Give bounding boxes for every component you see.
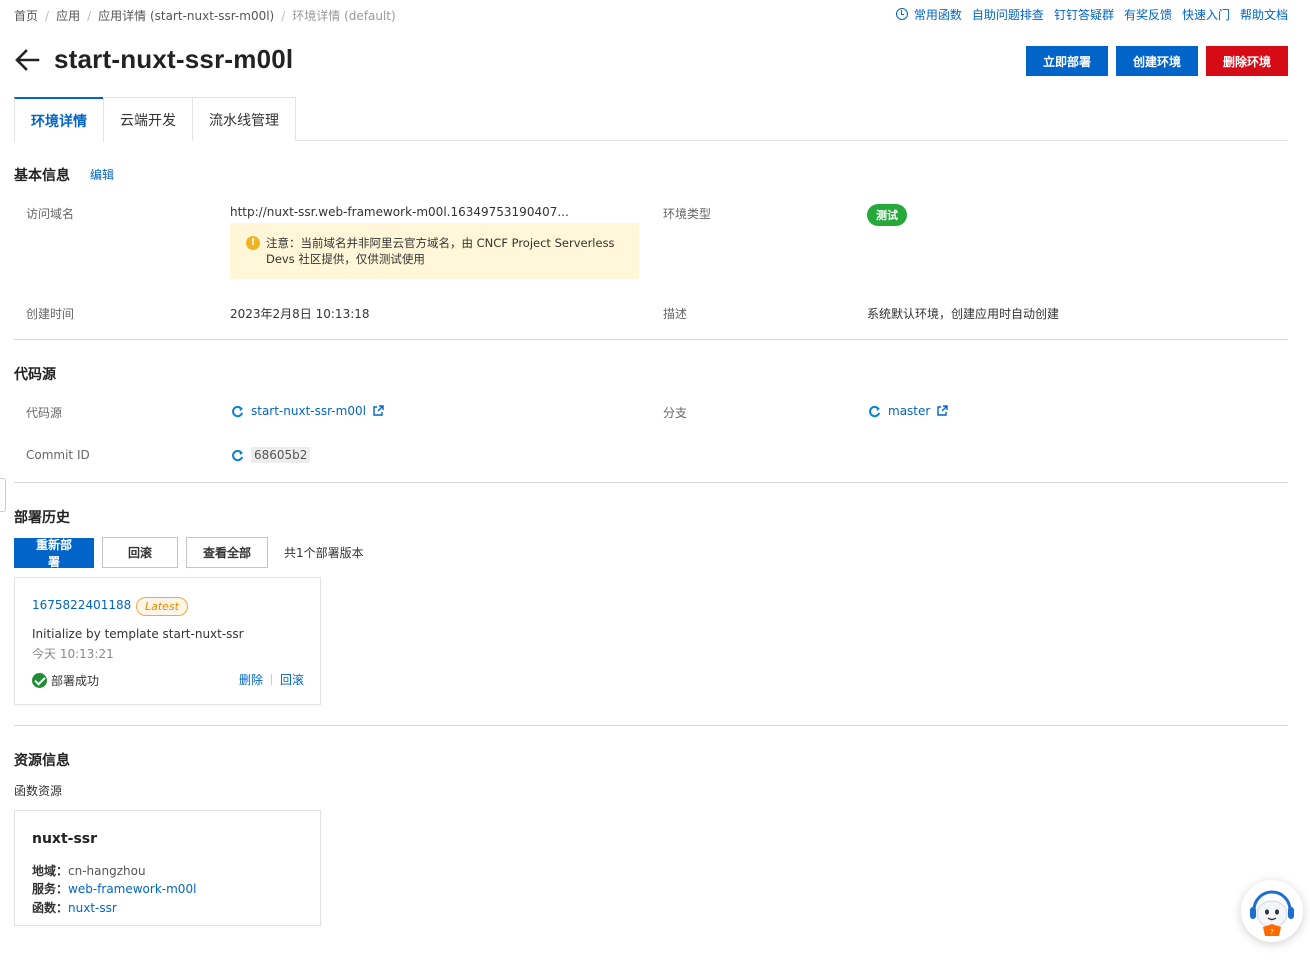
sync-icon bbox=[232, 405, 244, 417]
source-repo: start-nuxt-ssr-m00l bbox=[231, 404, 384, 418]
deploy-count: 共1个部署版本 bbox=[284, 546, 364, 560]
delete-env-button[interactable]: 删除环境 bbox=[1205, 46, 1288, 76]
tab-cloud-dev[interactable]: 云端开发 bbox=[103, 97, 193, 141]
branch-label: 分支 bbox=[663, 406, 688, 420]
breadcrumb-apps[interactable]: 应用 bbox=[56, 7, 80, 24]
page-title: start-nuxt-ssr-m00l bbox=[54, 44, 294, 74]
external-link-icon[interactable] bbox=[936, 405, 949, 417]
help-link-dingtalk-group[interactable]: 钉钉答疑群 bbox=[1054, 6, 1114, 23]
resource-service: 服务：web-framework-m00l bbox=[32, 880, 196, 897]
external-link-icon[interactable] bbox=[372, 405, 384, 417]
version-link[interactable]: 1675822401188 bbox=[32, 598, 131, 612]
basic-info-title: 基本信息 bbox=[14, 168, 70, 184]
deploy-now-button[interactable]: 立即部署 bbox=[1025, 46, 1108, 76]
redeploy-button[interactable]: 重新部署 bbox=[14, 537, 94, 569]
breadcrumb-home[interactable]: 首页 bbox=[14, 7, 38, 24]
resources-subtitle: 函数资源 bbox=[14, 784, 63, 798]
tab-bar: 环境详情 云端开发 流水线管理 bbox=[14, 97, 1288, 142]
env-type-label: 环境类型 bbox=[663, 207, 712, 221]
breadcrumb-separator: / bbox=[87, 8, 92, 23]
deploy-history-title: 部署历史 bbox=[14, 510, 70, 526]
domain-link[interactable]: http://nuxt-ssr.web-framework-m00l.16349… bbox=[230, 205, 569, 219]
divider bbox=[14, 482, 1288, 483]
source-repo-link[interactable]: start-nuxt-ssr-m00l bbox=[251, 404, 366, 418]
deploy-history-actions: 重新部署 回滚 查看全部 共1个部署版本 bbox=[14, 537, 364, 569]
help-link-docs[interactable]: 帮助文档 bbox=[1240, 6, 1288, 23]
help-link-label: 常用函数 bbox=[913, 8, 962, 22]
breadcrumb: 首页 / 应用 / 应用详情 (start-nuxt-ssr-m00l) / 环… bbox=[14, 7, 396, 24]
divider bbox=[14, 725, 1288, 726]
help-link-common-functions[interactable]: 常用函数 bbox=[895, 6, 962, 23]
warning-icon: ! bbox=[246, 236, 260, 250]
latest-badge: Latest bbox=[136, 597, 188, 616]
help-link-quickstart[interactable]: 快速入门 bbox=[1182, 6, 1230, 23]
success-check-icon bbox=[32, 673, 47, 688]
sync-icon bbox=[232, 449, 244, 461]
delete-version-link[interactable]: 删除 bbox=[239, 671, 263, 688]
page-header: start-nuxt-ssr-m00l bbox=[14, 44, 293, 75]
function-link[interactable]: nuxt-ssr bbox=[68, 901, 117, 915]
breadcrumb-separator: / bbox=[45, 8, 50, 23]
domain-label: 访问域名 bbox=[26, 207, 75, 221]
action-separator bbox=[270, 674, 272, 685]
breadcrumb-app-detail[interactable]: 应用详情 (start-nuxt-ssr-m00l) bbox=[98, 7, 274, 24]
domain-notice-text: 注意：当前域名并非阿里云官方域名，由 CNCF Project Serverle… bbox=[266, 236, 615, 266]
created-time-value: 2023年2月8日 10:13:18 bbox=[230, 307, 370, 321]
function-label: 函数： bbox=[32, 901, 69, 915]
divider bbox=[14, 339, 1288, 340]
help-link-feedback[interactable]: 有奖反馈 bbox=[1124, 6, 1172, 23]
rollback-button[interactable]: 回滚 bbox=[102, 537, 178, 568]
env-type-tag: 测试 bbox=[867, 204, 907, 226]
tab-env-detail[interactable]: 环境详情 bbox=[14, 97, 104, 142]
description-value: 系统默认环境，创建应用时自动创建 bbox=[867, 307, 1060, 321]
resource-function: 函数：nuxt-ssr bbox=[32, 899, 117, 916]
header-actions: 立即部署 创建环境 删除环境 bbox=[1025, 46, 1288, 76]
function-resource-card: nuxt-ssr 地域：cn-hangzhou 服务：web-framework… bbox=[14, 810, 321, 926]
side-panel-handle[interactable] bbox=[0, 478, 6, 512]
create-env-button[interactable]: 创建环境 bbox=[1115, 46, 1198, 76]
breadcrumb-env-detail: 环境详情 (default) bbox=[292, 9, 396, 23]
deploy-message: Initialize by template start-nuxt-ssr bbox=[32, 627, 244, 641]
breadcrumb-separator: / bbox=[281, 8, 286, 23]
resource-name: nuxt-ssr bbox=[32, 831, 98, 847]
view-all-button[interactable]: 查看全部 bbox=[186, 537, 268, 568]
resource-region: 地域：cn-hangzhou bbox=[32, 862, 146, 879]
branch-link[interactable]: master bbox=[888, 404, 930, 418]
region-value: cn-hangzhou bbox=[68, 864, 146, 878]
service-link[interactable]: web-framework-m00l bbox=[68, 882, 196, 896]
deploy-time: 今天 10:13:21 bbox=[32, 647, 114, 661]
sync-icon bbox=[869, 405, 881, 417]
deploy-status: 部署成功 bbox=[32, 672, 99, 689]
commit-id: 68605b2 bbox=[251, 447, 311, 463]
deploy-version-card: 1675822401188 Latest Initialize by templ… bbox=[14, 577, 321, 705]
deploy-card-actions: 删除 回滚 bbox=[239, 671, 304, 688]
code-source-title: 代码源 bbox=[14, 367, 56, 383]
branch: master bbox=[868, 404, 949, 418]
deploy-status-text: 部署成功 bbox=[51, 674, 100, 688]
clock-icon bbox=[895, 8, 908, 20]
description-label: 描述 bbox=[663, 307, 688, 321]
domain-notice: ! 注意：当前域名并非阿里云官方域名，由 CNCF Project Server… bbox=[230, 223, 639, 279]
service-label: 服务： bbox=[32, 882, 69, 896]
rollback-version-link[interactable]: 回滚 bbox=[280, 671, 304, 688]
source-label: 代码源 bbox=[26, 406, 63, 420]
back-arrow-icon[interactable] bbox=[14, 47, 40, 73]
created-time-label: 创建时间 bbox=[26, 307, 75, 321]
commit-label: Commit ID bbox=[26, 448, 90, 462]
assistant-button[interactable]: ? bbox=[1241, 880, 1303, 942]
region-label: 地域： bbox=[32, 864, 69, 878]
tab-pipeline[interactable]: 流水线管理 bbox=[192, 97, 296, 141]
resources-title: 资源信息 bbox=[14, 753, 70, 769]
help-links-bar: 常用函数 自助问题排查 钉钉答疑群 有奖反馈 快速入门 帮助文档 bbox=[895, 6, 1288, 23]
edit-link[interactable]: 编辑 bbox=[90, 166, 114, 183]
assistant-avatar-icon: ? bbox=[1243, 882, 1301, 940]
help-link-troubleshoot[interactable]: 自助问题排查 bbox=[972, 6, 1044, 23]
commit: 68605b2 bbox=[231, 447, 311, 463]
svg-text:?: ? bbox=[1270, 928, 1274, 936]
